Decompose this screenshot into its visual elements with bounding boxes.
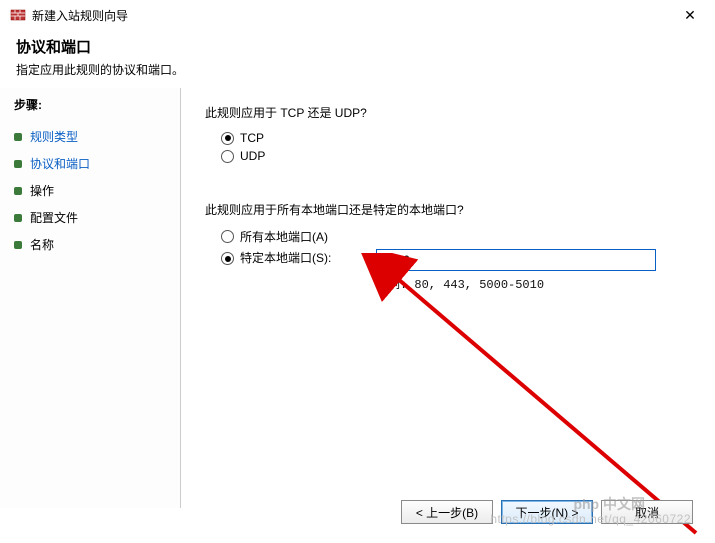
- step-profile[interactable]: 配置文件: [14, 204, 180, 231]
- steps-sidebar: 步骤: 规则类型 协议和端口 操作 配置文件 名称: [0, 88, 180, 508]
- ports-example: 示例: 80, 443, 5000-5010: [376, 275, 691, 292]
- step-action[interactable]: 操作: [14, 177, 180, 204]
- step-protocol-ports[interactable]: 协议和端口: [14, 150, 180, 177]
- radio-specific-ports-label: 特定本地端口(S):: [240, 249, 370, 266]
- next-button[interactable]: 下一步(N) >: [501, 500, 593, 524]
- radio-udp-row[interactable]: UDP: [221, 149, 691, 163]
- step-label: 协议和端口: [30, 155, 90, 172]
- radio-all-ports-label: 所有本地端口(A): [240, 228, 328, 245]
- step-name[interactable]: 名称: [14, 231, 180, 258]
- back-button[interactable]: < 上一步(B): [401, 500, 493, 524]
- bullet-icon: [14, 214, 22, 222]
- ports-question: 此规则应用于所有本地端口还是特定的本地端口?: [205, 201, 691, 218]
- radio-specific-ports[interactable]: [221, 252, 234, 265]
- radio-tcp[interactable]: [221, 132, 234, 145]
- protocol-question: 此规则应用于 TCP 还是 UDP?: [205, 104, 691, 121]
- bullet-icon: [14, 160, 22, 168]
- steps-heading: 步骤:: [14, 96, 180, 113]
- page-title: 协议和端口: [16, 36, 699, 57]
- step-rule-type[interactable]: 规则类型: [14, 123, 180, 150]
- cancel-button[interactable]: 取消: [601, 500, 693, 524]
- bullet-icon: [14, 187, 22, 195]
- radio-all-ports[interactable]: [221, 230, 234, 243]
- radio-tcp-label: TCP: [240, 131, 264, 145]
- step-label: 配置文件: [30, 209, 78, 226]
- specific-ports-input[interactable]: [376, 249, 656, 271]
- step-label: 规则类型: [30, 128, 78, 145]
- radio-udp[interactable]: [221, 150, 234, 163]
- bullet-icon: [14, 133, 22, 141]
- step-label: 操作: [30, 182, 54, 199]
- radio-all-ports-row[interactable]: 所有本地端口(A): [221, 228, 691, 245]
- step-label: 名称: [30, 236, 54, 253]
- page-subtitle: 指定应用此规则的协议和端口。: [16, 61, 699, 78]
- close-button[interactable]: ✕: [675, 7, 705, 24]
- bullet-icon: [14, 241, 22, 249]
- firewall-icon: [10, 7, 26, 23]
- main-content: 此规则应用于 TCP 还是 UDP? TCP UDP 此规则应用于所有本地端口还…: [181, 88, 715, 508]
- window-title: 新建入站规则向导: [32, 7, 675, 24]
- radio-tcp-row[interactable]: TCP: [221, 131, 691, 145]
- page-header: 协议和端口 指定应用此规则的协议和端口。: [0, 30, 715, 88]
- radio-udp-label: UDP: [240, 149, 265, 163]
